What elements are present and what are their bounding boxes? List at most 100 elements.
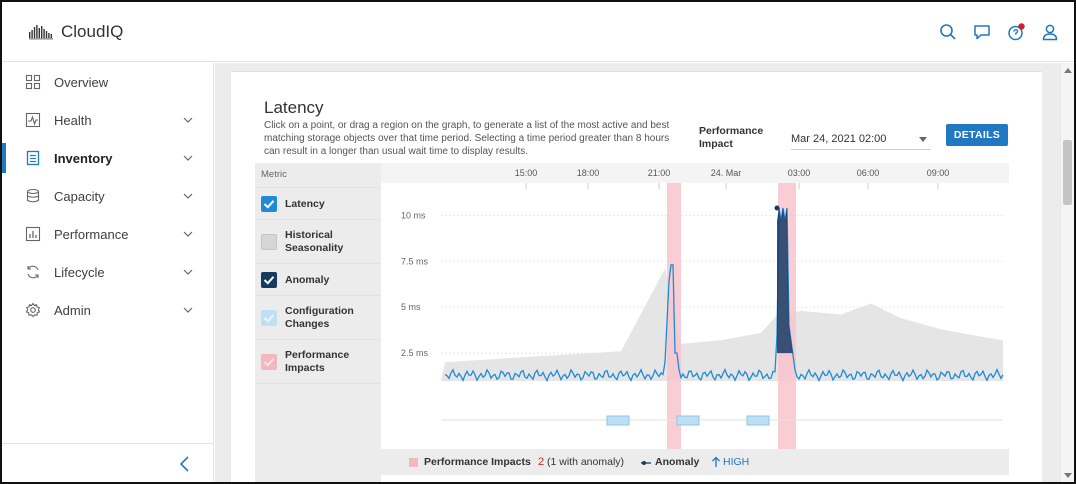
performance-impacts-checkbox[interactable] [261,354,277,370]
metric-header: Metric [261,169,287,180]
top-icons [938,22,1060,42]
sidebar-item-lifecycle[interactable]: Lifecycle [2,253,213,291]
metric-anomaly[interactable]: Anomaly [255,263,381,295]
sidebar-item-label: Performance [54,227,129,242]
y-tick-label: 10 ms [401,210,426,220]
chevron-down-icon [183,155,193,161]
sidebar-item-inventory[interactable]: Inventory [2,139,213,177]
performance-icon [25,226,41,242]
metric-label: Configuration Changes [285,305,354,330]
metric-panel: Metric Latency Historical Seasonality An… [255,163,381,482]
x-tick-label: 18:00 [577,168,600,178]
sidebar-item-health[interactable]: Health [2,101,213,139]
sidebar-item-performance[interactable]: Performance [2,215,213,253]
performance-impact-swatch [409,458,418,467]
legend-high: HIGH [723,456,750,468]
database-icon [26,188,40,203]
chart-legend: Performance Impacts 2 (1 with anomaly) A… [381,449,1009,475]
y-tick-label: 5 ms [401,302,421,312]
dropdown-arrow-icon [919,137,927,142]
y-tick-label: 7.5 ms [401,256,429,266]
user-icon[interactable] [1040,22,1060,42]
arrow-up-icon [712,456,720,467]
x-tick-label: 24. Mar [711,168,742,178]
metric-configuration-changes[interactable]: Configuration Changes [255,295,381,339]
sidebar: Overview Health Inventory Capacity Perfo… [2,63,214,482]
brand[interactable]: CloudIQ [29,22,123,42]
checkmark-icon [263,200,275,209]
help-icon[interactable] [1006,22,1026,42]
chevron-down-icon [183,307,193,313]
page-scrollbar[interactable] [1060,63,1074,482]
metric-historical-seasonality[interactable]: Historical Seasonality [255,219,381,263]
sidebar-item-capacity[interactable]: Capacity [2,177,213,215]
seasonality-area [441,268,1003,381]
configuration-change-marker [746,415,770,426]
chevron-down-icon [183,269,193,275]
metric-latency[interactable]: Latency [255,187,381,219]
grid-icon [25,74,41,90]
details-button[interactable]: DETAILS [946,124,1008,146]
configuration-change-marker [676,415,700,426]
panel-title: Latency [264,98,324,117]
x-tick-label: 06:00 [857,168,880,178]
performance-impact-label: Performance Impact [699,125,764,150]
time-axis-band [381,163,1009,183]
search-icon[interactable] [938,22,958,42]
anomaly-checkbox[interactable] [261,272,277,288]
legend-anomaly: Anomaly [655,456,700,468]
app-name: CloudIQ [61,22,124,41]
chevron-down-icon [183,193,193,199]
feedback-icon[interactable] [972,22,992,42]
sidebar-item-label: Admin [54,303,91,318]
scroll-thumb[interactable] [1063,140,1072,205]
chart-svg[interactable]: 15:00 18:00 21:00 24. Mar 03:00 06:00 09:00 2.5… [381,163,1009,449]
configuration-checkbox[interactable] [261,310,277,326]
metric-label: Latency [285,198,325,210]
sidebar-item-label: Inventory [54,151,113,166]
collapse-sidebar-icon[interactable] [178,455,192,473]
x-tick-label: 03:00 [788,168,811,178]
seasonality-checkbox[interactable] [261,234,277,250]
gear-icon [25,302,41,318]
chevron-down-icon [183,231,193,237]
checkmark-icon [263,358,275,367]
sidebar-item-admin[interactable]: Admin [2,291,213,329]
lifecycle-icon [27,265,39,279]
anomaly-point [774,205,780,211]
metric-label: Performance Impacts [285,349,350,374]
time-select[interactable]: Mar 24, 2021 02:00 [791,130,931,150]
latency-checkbox[interactable] [261,196,277,212]
scroll-down-icon[interactable] [1064,473,1072,479]
inventory-icon [26,150,40,166]
chevron-down-icon [183,117,193,123]
configuration-change-marker [606,415,630,426]
latency-card: Latency Click on a point, or drag a regi… [231,71,1042,482]
scroll-up-icon[interactable] [1064,67,1072,73]
health-icon [25,112,41,128]
metric-performance-impacts[interactable]: Performance Impacts [255,339,381,383]
sidebar-item-label: Lifecycle [54,265,105,280]
x-tick-label: 21:00 [648,168,671,178]
x-tick-label: 15:00 [515,168,538,178]
sidebar-collapse [2,443,213,482]
checkmark-icon [263,314,275,323]
metric-divider [255,383,381,384]
cloudiq-logo-icon [29,25,53,40]
y-tick-label: 2.5 ms [401,348,429,358]
sidebar-item-overview[interactable]: Overview [2,63,213,101]
metric-label: Historical Seasonality [285,229,344,254]
legend-performance-impacts: Performance Impacts [424,456,531,468]
legend-impact-count: 2 [538,456,545,468]
checkmark-icon [263,276,275,285]
main-content: Latency Click on a point, or drag a regi… [215,63,1060,482]
metric-label: Anomaly [285,274,330,286]
anomaly-marker-icon [641,461,651,465]
time-select-value: Mar 24, 2021 02:00 [791,133,887,145]
sidebar-item-label: Health [54,113,92,128]
panel-description: Click on a point, or drag a region on th… [264,120,670,157]
latency-chart[interactable]: 15:00 18:00 21:00 24. Mar 03:00 06:00 09:00 2.5… [381,163,1009,482]
top-bar: CloudIQ [2,2,1074,62]
legend-impact-note: (1 with anomaly) [547,456,625,468]
sidebar-item-label: Capacity [54,189,105,204]
